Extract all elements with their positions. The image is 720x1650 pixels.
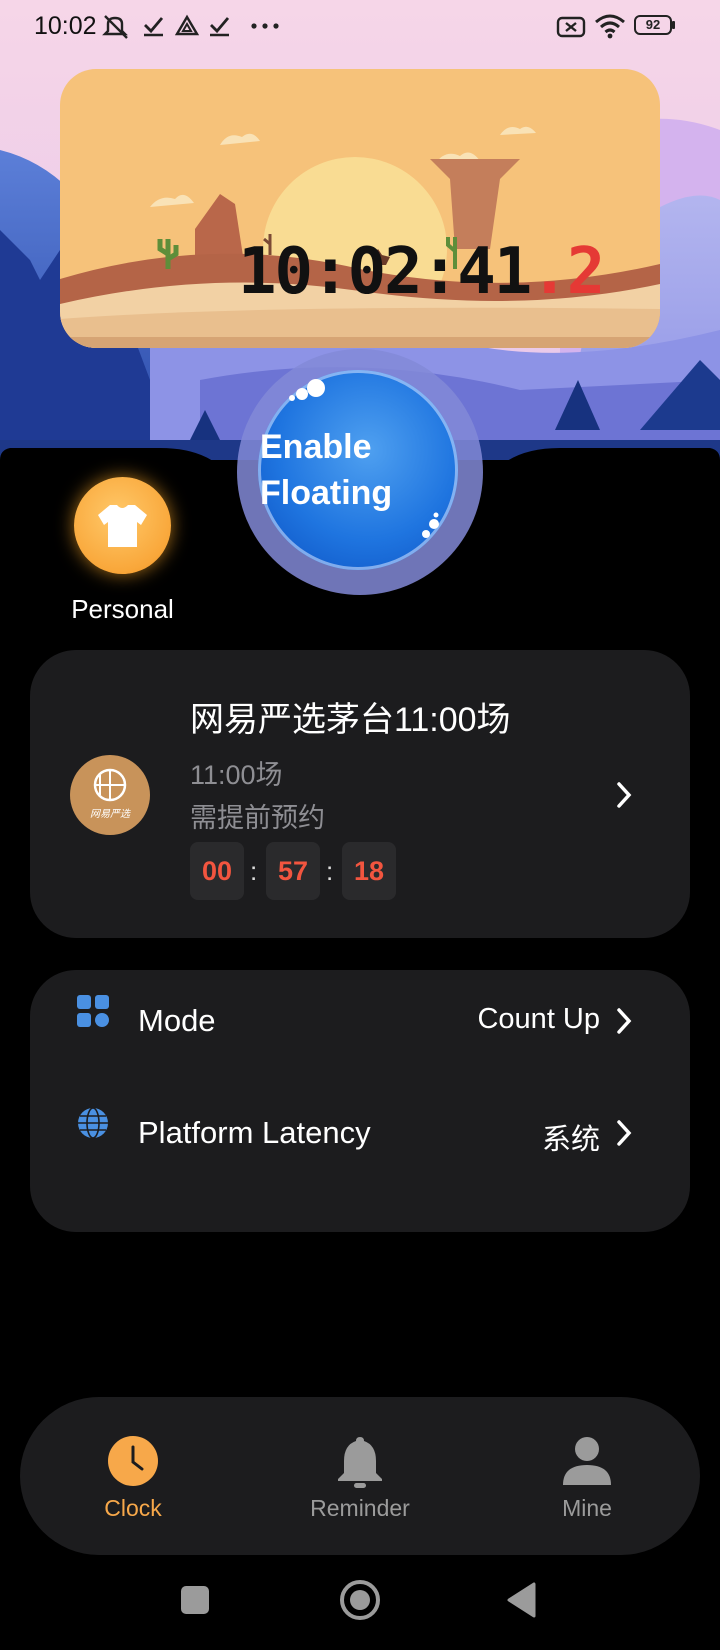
nav-clock[interactable]: Clock (33, 1397, 233, 1555)
event-avatar: 网易严选 (70, 755, 150, 835)
clock-time: 10:02:41.2 (238, 240, 605, 304)
countdown-separator: : (250, 856, 258, 886)
status-bar: 10:02 92 (0, 0, 720, 54)
drive-icon (175, 14, 199, 36)
clock-hms: 10:02:41 (238, 235, 532, 309)
tshirt-icon (98, 505, 147, 547)
event-title: 网易严选茅台11:00场 (190, 701, 511, 739)
event-note: 需提前预约 (190, 803, 325, 833)
check-icon (144, 17, 164, 37)
mode-row[interactable]: Mode Count Up (30, 970, 690, 1050)
status-time: 10:02 (34, 12, 97, 40)
battery-icon: 92 (634, 15, 676, 37)
nav-reminder-label: Reminder (310, 1495, 410, 1521)
event-avatar-text: 网易严选 (90, 809, 130, 820)
countdown-seconds: 18 (342, 842, 396, 900)
recents-button[interactable] (181, 1586, 209, 1614)
platform-latency-label: Platform Latency (138, 1115, 371, 1150)
nav-clock-label: Clock (104, 1495, 162, 1521)
bell-icon (338, 1437, 382, 1488)
platform-latency-row[interactable]: Platform Latency 系统 (30, 1082, 690, 1162)
countdown-hours: 00 (190, 842, 244, 900)
globe-icon (78, 1107, 108, 1139)
clock-display-card[interactable]: 10:02:41.2 (60, 69, 660, 348)
event-card[interactable]: 网易严选 网易严选茅台11:00场 11:00场 需提前预约 00 : 57 :… (30, 650, 690, 938)
floating-line-2: Floating (260, 474, 393, 512)
home-button[interactable] (340, 1580, 380, 1620)
countdown-minutes: 57 (266, 842, 320, 900)
nav-mine-label: Mine (562, 1495, 612, 1521)
home-inner-dot (350, 1590, 370, 1610)
event-subtitle: 11:00场 (190, 760, 283, 790)
platform-latency-value: 系统 (541, 1124, 600, 1156)
grid-icon (77, 995, 109, 1027)
system-navigation-bar (0, 1570, 720, 1650)
enable-floating-label: Enable Floating (260, 424, 392, 516)
settings-card: Mode Count Up Platform Latency 系统 (30, 970, 690, 1232)
countdown-separator: : (326, 856, 334, 886)
sim-icon (556, 16, 586, 38)
mute-icon (102, 15, 128, 39)
chevron-right-icon (617, 1120, 632, 1146)
back-triangle-icon[interactable] (506, 1582, 538, 1618)
nav-mine[interactable]: Mine (487, 1397, 687, 1555)
chevron-right-icon (617, 1008, 632, 1034)
battery-level: 92 (645, 17, 661, 32)
nav-reminder[interactable]: Reminder (260, 1397, 460, 1555)
clock-decimal: .2 (530, 235, 605, 309)
check-icon (210, 17, 230, 37)
netease-logo-icon (93, 768, 127, 802)
mode-label: Mode (138, 1003, 216, 1038)
personal-label: Personal (71, 594, 174, 624)
chevron-right-icon[interactable] (614, 780, 634, 810)
person-icon (563, 1437, 611, 1485)
mode-value: Count Up (477, 1003, 600, 1035)
bottom-nav: Clock Reminder Mine (20, 1397, 700, 1555)
personal-button[interactable] (74, 477, 171, 574)
wifi-icon (595, 14, 625, 39)
floating-line-1: Enable (260, 428, 372, 466)
clock-icon (108, 1436, 158, 1486)
more-icon (251, 23, 279, 29)
